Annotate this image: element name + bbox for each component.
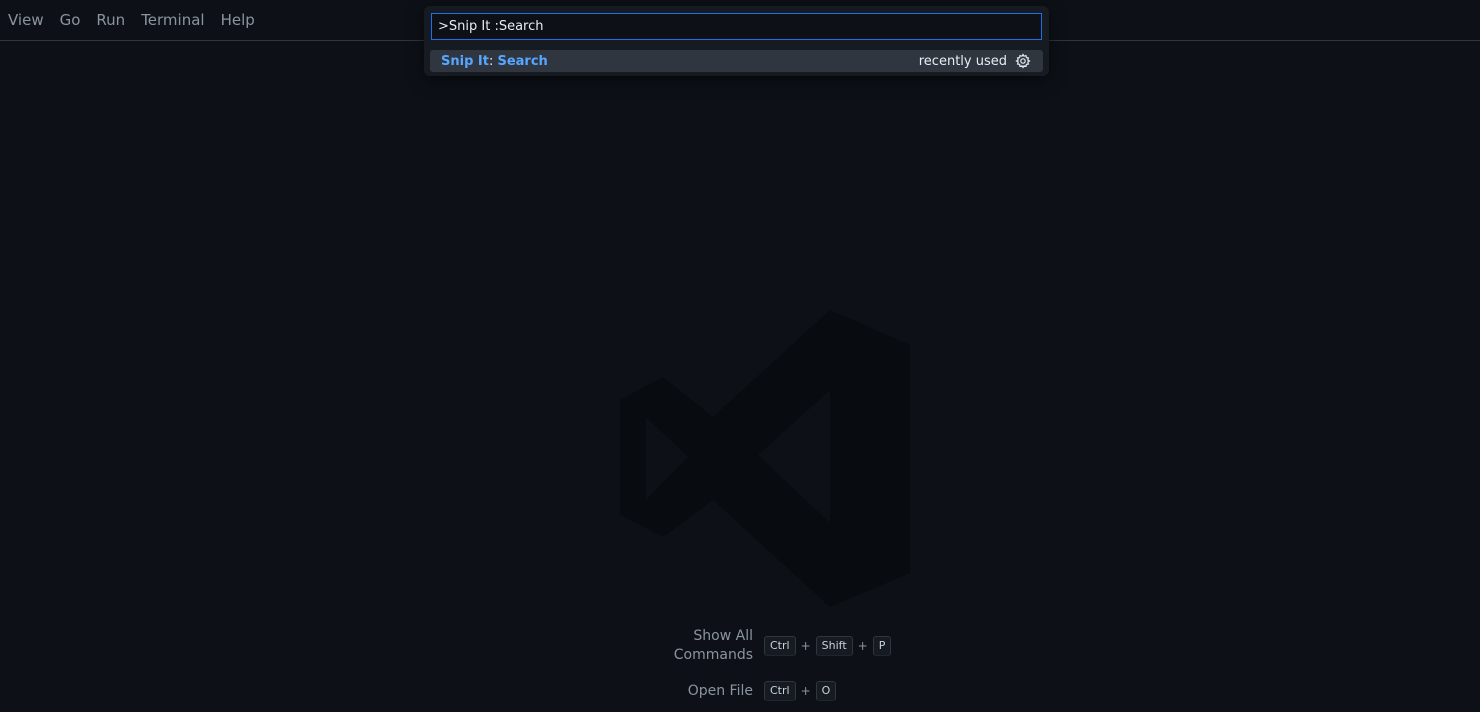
key-plus: + <box>800 684 811 698</box>
command-result-item[interactable]: Snip It: Search recently used <box>430 50 1043 72</box>
key-p: P <box>872 636 892 656</box>
vscode-logo-icon <box>620 310 910 607</box>
key-o: O <box>815 681 837 701</box>
key-plus: + <box>857 639 868 653</box>
menu-go[interactable]: Go <box>52 0 89 41</box>
open-file-keys: Ctrl + O <box>764 681 837 701</box>
menu-run[interactable]: Run <box>88 0 133 41</box>
menu-terminal[interactable]: Terminal <box>133 0 212 41</box>
command-category: Snip It <box>441 53 489 69</box>
command-palette-input[interactable] <box>431 13 1042 40</box>
gear-icon[interactable] <box>1015 53 1031 69</box>
key-plus: + <box>800 639 811 653</box>
command-name: Search <box>497 53 548 69</box>
menu-view[interactable]: View <box>0 0 52 41</box>
key-ctrl: Ctrl <box>764 636 796 656</box>
command-palette: Snip It: Search recently used <box>424 6 1049 76</box>
key-shift: Shift <box>815 636 853 656</box>
menu-help[interactable]: Help <box>213 0 263 41</box>
recently-used-tag: recently used <box>918 53 1007 69</box>
show-all-commands-keys: Ctrl + Shift + P <box>764 636 892 656</box>
command-result-label: Snip It: Search <box>441 54 919 69</box>
key-ctrl: Ctrl <box>764 681 796 701</box>
